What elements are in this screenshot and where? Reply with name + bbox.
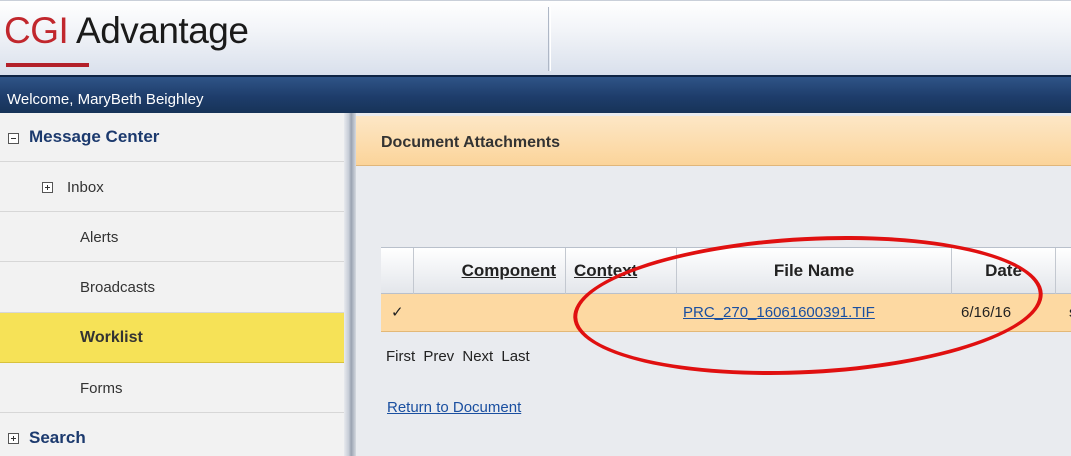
plus-box-icon[interactable] <box>8 433 19 444</box>
sidebar-item-label: Alerts <box>80 229 119 246</box>
cgi-advantage-logo: CGI Advantage <box>4 9 249 53</box>
pager-last[interactable]: Last <box>501 348 529 365</box>
table-header: Component Context File Name Date <box>381 247 1071 294</box>
row-date: 6/16/16 <box>961 304 1012 321</box>
app-header: CGI Advantage <box>0 0 1071 75</box>
column-header-label: File Name <box>773 261 855 280</box>
column-header-file-name[interactable]: File Name <box>677 248 952 294</box>
sidebar-item-search[interactable]: Search <box>0 413 344 456</box>
sidebar-item-label: Forms <box>80 380 123 397</box>
pager-first[interactable]: First <box>386 348 415 365</box>
pager: First Prev Next Last <box>386 348 533 365</box>
table-row[interactable]: ✓ PRC_270_16061600391.TIF 6/16/16 s <box>381 294 1071 332</box>
sidebar-item-forms[interactable]: Forms <box>0 363 344 413</box>
column-header-context[interactable]: Context <box>566 248 677 294</box>
row-check-icon[interactable]: ✓ <box>391 294 404 331</box>
panel-title-bar: Document Attachments <box>356 116 1071 166</box>
page-title: Document Attachments <box>381 134 560 151</box>
file-name-link[interactable]: PRC_270_16061600391.TIF <box>683 294 875 331</box>
logo-cgi-text: CGI <box>4 10 69 51</box>
sidebar-item-broadcasts[interactable]: Broadcasts <box>0 262 344 313</box>
pager-next[interactable]: Next <box>462 348 493 365</box>
column-header-label: Date <box>985 261 1022 280</box>
sidebar: Message Center Inbox Alerts Broadcasts W… <box>0 113 344 456</box>
minus-box-icon[interactable] <box>8 133 19 144</box>
column-header-component[interactable]: Component <box>414 248 566 294</box>
column-header-date[interactable]: Date <box>952 248 1056 294</box>
sidebar-item-message-center[interactable]: Message Center <box>0 113 344 162</box>
header-divider <box>548 7 549 71</box>
header-divider-highlight <box>550 7 551 71</box>
welcome-text: Welcome, MaryBeth Beighley <box>7 91 204 108</box>
sidebar-splitter[interactable] <box>344 113 356 456</box>
sidebar-item-label: Broadcasts <box>80 279 156 296</box>
main-content: Document Attachments Component Context F… <box>356 113 1071 456</box>
sidebar-item-inbox[interactable]: Inbox <box>0 162 344 212</box>
sidebar-item-worklist[interactable]: Worklist <box>0 313 344 363</box>
plus-box-icon[interactable] <box>42 182 53 193</box>
logo-advantage-text: Advantage <box>68 10 249 51</box>
sidebar-item-label: Search <box>29 428 86 447</box>
return-to-document-link[interactable]: Return to Document <box>387 399 521 416</box>
sidebar-item-label: Message Center <box>29 127 160 146</box>
column-header-label: Context <box>574 261 638 280</box>
logo-underline <box>6 63 89 67</box>
welcome-bar: Welcome, MaryBeth Beighley <box>0 75 1071 113</box>
sidebar-item-label: Inbox <box>67 179 104 196</box>
select-column-header <box>381 248 414 294</box>
sidebar-item-label: Worklist <box>80 329 143 346</box>
column-header-label: Component <box>461 261 556 280</box>
sidebar-item-alerts[interactable]: Alerts <box>0 212 344 262</box>
pager-prev[interactable]: Prev <box>423 348 454 365</box>
